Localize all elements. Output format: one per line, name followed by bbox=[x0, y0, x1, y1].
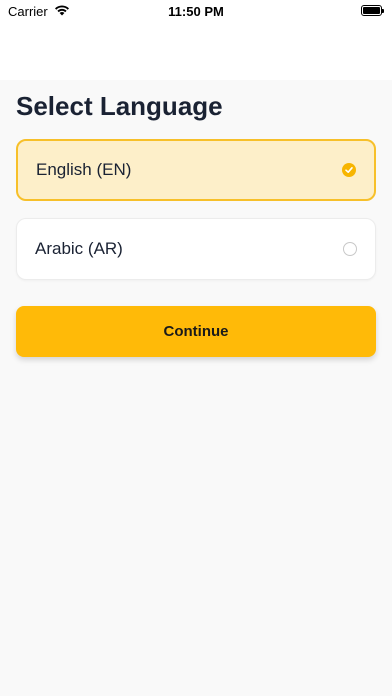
language-option-arabic[interactable]: Arabic (AR) bbox=[16, 218, 376, 280]
language-option-label: Arabic (AR) bbox=[35, 239, 123, 258]
language-option-label: English (EN) bbox=[36, 160, 132, 179]
status-time: 11:50 PM bbox=[168, 4, 224, 19]
navigation-bar bbox=[0, 24, 392, 80]
continue-button[interactable]: Continue bbox=[16, 306, 376, 357]
battery-icon bbox=[361, 5, 384, 16]
empty-radio-icon bbox=[343, 242, 357, 256]
language-option-english[interactable]: English (EN) bbox=[16, 139, 376, 201]
status-bar: Carrier 11:50 PM bbox=[0, 0, 392, 24]
checkmark-circle-icon bbox=[342, 163, 356, 177]
page-title: Select Language bbox=[16, 91, 223, 121]
